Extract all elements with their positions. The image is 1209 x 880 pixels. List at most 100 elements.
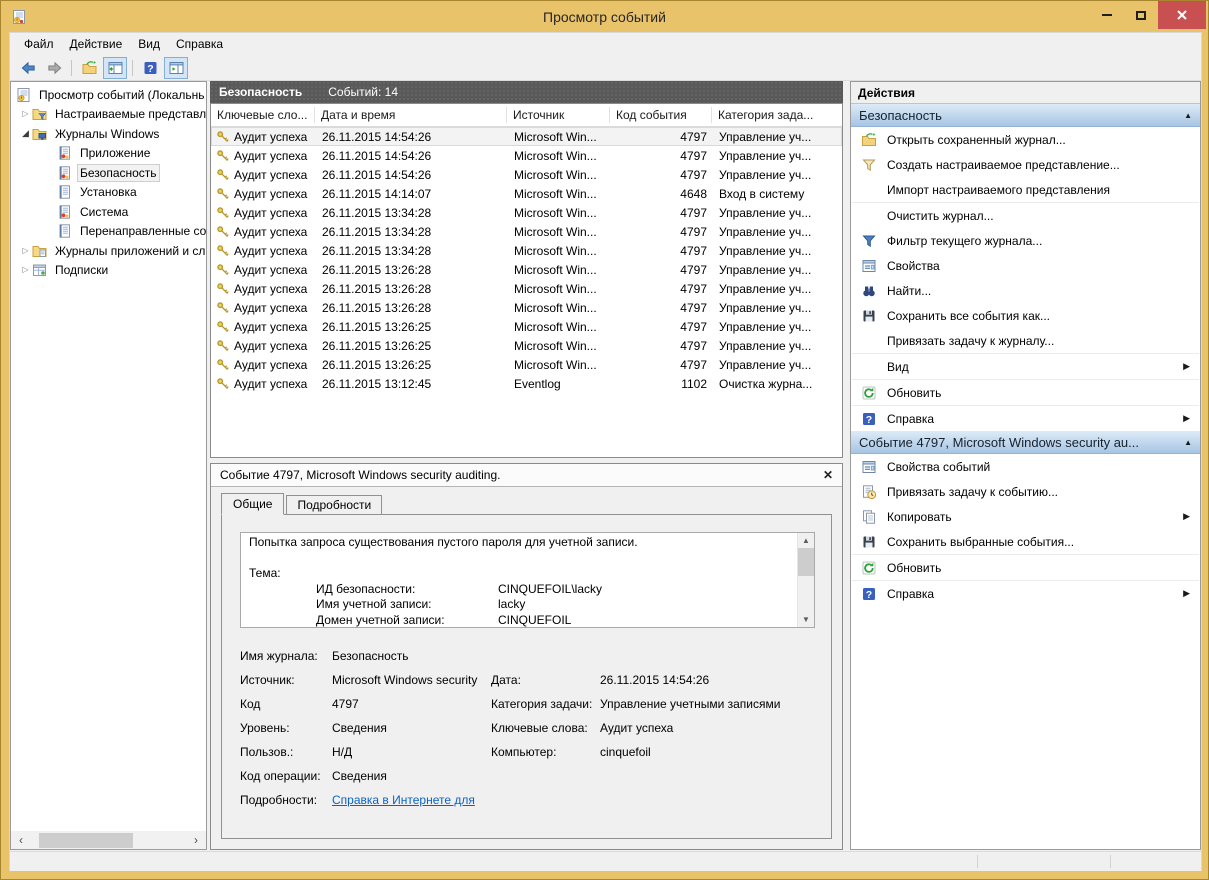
tree-item[interactable]: Система <box>11 202 206 222</box>
online-help-link[interactable]: Справка в Интернете для <box>332 793 475 807</box>
event-row[interactable]: Аудит успеха 26.11.2015 13:26:28 Microsoft… <box>211 298 842 317</box>
tree-item[interactable]: ▷ Журналы приложений и сл <box>11 241 206 261</box>
event-row[interactable]: Аудит успеха 26.11.2015 13:26:28 Microsoft… <box>211 279 842 298</box>
submenu-arrow-icon: ▶ <box>1183 588 1190 598</box>
window-title: Просмотр событий <box>543 8 666 25</box>
action-item[interactable]: Вид ▶ <box>851 354 1200 379</box>
help-button[interactable]: ? <box>138 57 162 79</box>
keywords-cell: Аудит успеха <box>212 339 316 353</box>
action-item[interactable]: Фильтр текущего журнала... <box>851 228 1200 253</box>
forward-button[interactable] <box>42 57 66 79</box>
event-row[interactable]: Аудит успеха 26.11.2015 13:26:28 Microsoft… <box>211 260 842 279</box>
expand-icon[interactable]: ▷ <box>20 266 31 274</box>
event-id-cell: 4797 <box>680 319 707 334</box>
action-item[interactable]: ? Справка ▶ <box>851 581 1200 606</box>
column-header[interactable]: Дата и время <box>315 104 507 126</box>
scroll-up-icon[interactable]: ▲ <box>798 533 814 548</box>
tree-horizontal-scrollbar[interactable]: ‹ › <box>11 831 206 849</box>
scroll-right-icon[interactable]: › <box>189 834 203 846</box>
create-custom-view-icon <box>861 157 877 173</box>
tree-item[interactable]: Установка <box>11 183 206 203</box>
collapse-icon[interactable]: ◢ <box>20 129 31 138</box>
action-item[interactable]: Обновить <box>851 380 1200 405</box>
menu-item[interactable]: Действие <box>62 34 131 54</box>
datetime-cell: 26.11.2015 14:14:07 <box>322 186 432 201</box>
open-saved-log-button[interactable] <box>77 57 101 79</box>
action-item[interactable]: Обновить <box>851 555 1200 580</box>
event-row[interactable]: Аудит успеха 26.11.2015 14:14:07 Microsoft… <box>211 184 842 203</box>
expand-icon[interactable]: ▷ <box>20 246 31 255</box>
action-item[interactable]: Привязать задачу к журналу... <box>851 328 1200 353</box>
menu-item[interactable]: Файл <box>16 34 62 54</box>
tab-general[interactable]: Общие <box>221 493 285 515</box>
action-item[interactable]: Создать настраиваемое представление... <box>851 152 1200 177</box>
tree-item[interactable]: Приложение <box>11 144 206 164</box>
log-name: Безопасность <box>219 85 303 99</box>
action-item[interactable]: Свойства <box>851 253 1200 278</box>
action-item[interactable]: Очистить журнал... <box>851 203 1200 228</box>
description-entry: Домен учетной записи: CINQUEFOIL <box>316 612 572 627</box>
action-item[interactable]: Сохранить все события как... <box>851 303 1200 328</box>
column-header[interactable]: Ключевые сло... <box>211 104 315 126</box>
back-button[interactable] <box>16 57 40 79</box>
scrollbar-thumb[interactable] <box>39 832 133 848</box>
log-alert-icon <box>56 165 73 181</box>
minimize-icon[interactable] <box>1090 1 1124 29</box>
tree-item[interactable]: ▷ Настраиваемые представле <box>11 105 206 125</box>
center-column: Безопасность Событий: 14 Ключевые сло...… <box>210 81 843 850</box>
scroll-left-icon[interactable]: ‹ <box>14 834 28 846</box>
event-row[interactable]: Аудит успеха 26.11.2015 13:26:25 Microsoft… <box>211 317 842 336</box>
expand-icon[interactable]: ▷ <box>20 110 31 118</box>
tree-item[interactable]: ◢ Журналы Windows <box>11 124 206 144</box>
action-item[interactable]: Найти... <box>851 278 1200 303</box>
general-tab-page: Попытка запроса существования пустого па… <box>221 514 832 839</box>
svg-text:?: ? <box>866 414 872 426</box>
description-line <box>249 551 789 567</box>
event-row[interactable]: Аудит успеха 26.11.2015 13:26:25 Microsoft… <box>211 355 842 374</box>
action-item[interactable]: Открыть сохраненный журнал... <box>851 127 1200 152</box>
action-item[interactable]: Импорт настраиваемого представления <box>851 177 1200 202</box>
field-label: Код <box>240 697 261 711</box>
action-item[interactable]: Сохранить выбранные события... <box>851 529 1200 554</box>
action-item[interactable]: Свойства событий <box>851 454 1200 479</box>
event-row[interactable]: Аудит успеха 26.11.2015 13:34:28 Microsoft… <box>211 241 842 260</box>
event-id-cell: 4797 <box>680 129 707 144</box>
close-icon[interactable] <box>1158 1 1206 29</box>
action-section-header[interactable]: Событие 4797, Microsoft Windows security… <box>851 431 1200 454</box>
maximize-icon[interactable] <box>1124 1 1158 29</box>
column-header[interactable]: Категория зада... <box>712 104 820 126</box>
tree-item[interactable]: ▷ Подписки <box>11 261 206 281</box>
event-row[interactable]: Аудит успеха 26.11.2015 14:54:26 Microsoft… <box>211 165 842 184</box>
event-row[interactable]: Аудит успеха 26.11.2015 13:26:25 Microsoft… <box>211 336 842 355</box>
collapse-icon[interactable]: ▲ <box>1184 111 1192 120</box>
event-row[interactable]: Аудит успеха 26.11.2015 13:12:45 Eventlog 1… <box>211 374 842 393</box>
scrollbar-track[interactable] <box>28 832 189 848</box>
event-row[interactable]: Аудит успеха 26.11.2015 13:34:28 Microsoft… <box>211 203 842 222</box>
action-item[interactable]: Привязать задачу к событию... <box>851 479 1200 504</box>
event-row[interactable]: Аудит успеха 26.11.2015 14:54:26 Microsoft… <box>211 146 842 165</box>
preview-close-icon[interactable]: ✕ <box>823 468 833 482</box>
tree-item[interactable]: Перенаправленные соб <box>11 222 206 242</box>
column-header[interactable]: Код события <box>610 104 712 126</box>
tab-details[interactable]: Подробности <box>286 495 383 515</box>
keywords-cell: Аудит успеха <box>212 149 316 163</box>
tree-item[interactable]: Безопасность <box>11 163 206 183</box>
column-header[interactable]: Источник <box>507 104 610 126</box>
source-cell: Eventlog <box>514 376 561 391</box>
event-row[interactable]: Аудит успеха 26.11.2015 13:34:28 Microsoft… <box>211 222 842 241</box>
tree-item[interactable]: Просмотр событий (Локальнь <box>11 85 206 105</box>
description-scrollbar[interactable]: ▲ ▼ <box>797 533 814 627</box>
event-id-cell: 4648 <box>680 186 707 201</box>
field-value: Управление учетными записями <box>600 697 781 711</box>
action-pane-toggle-button[interactable] <box>164 56 188 79</box>
menu-item[interactable]: Справка <box>168 34 231 54</box>
menu-item[interactable]: Вид <box>130 34 168 54</box>
console-tree-toggle-button[interactable] <box>103 56 127 79</box>
collapse-icon[interactable]: ▲ <box>1184 438 1192 447</box>
scrollbar-thumb[interactable] <box>798 548 814 576</box>
action-item[interactable]: ? Справка ▶ <box>851 406 1200 431</box>
action-section-header[interactable]: Безопасность ▲ <box>851 104 1200 127</box>
event-row[interactable]: Аудит успеха 26.11.2015 14:54:26 Microsoft… <box>211 127 842 146</box>
scroll-down-icon[interactable]: ▼ <box>798 612 814 627</box>
action-item[interactable]: Копировать ▶ <box>851 504 1200 529</box>
